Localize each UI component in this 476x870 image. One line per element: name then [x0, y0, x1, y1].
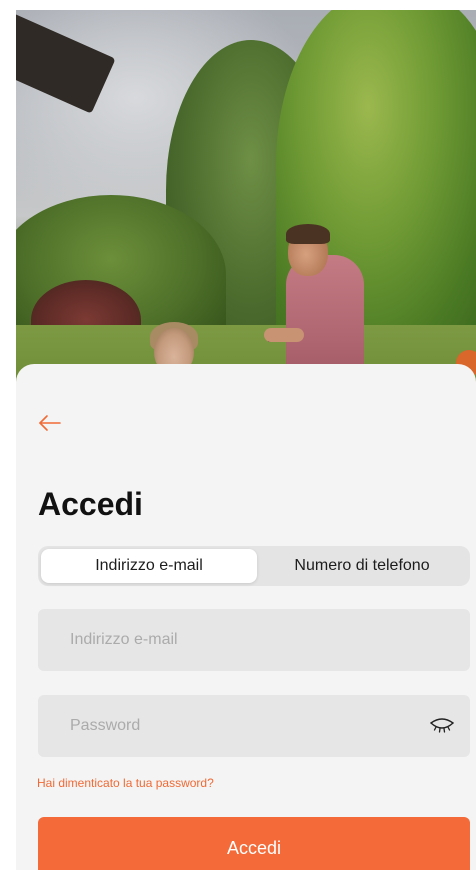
password-field-container: [38, 695, 470, 757]
password-field[interactable]: [38, 695, 470, 757]
login-button[interactable]: Accedi: [38, 817, 470, 870]
eye-closed-icon: [430, 718, 454, 733]
tab-email[interactable]: Indirizzo e-mail: [41, 549, 257, 583]
page-title: Accedi: [38, 486, 143, 522]
login-sheet: Accedi Indirizzo e-mail Numero di telefo…: [16, 364, 476, 870]
email-field[interactable]: [38, 609, 470, 671]
tab-phone[interactable]: Numero di telefono: [257, 549, 467, 583]
arrow-left-icon: [39, 415, 61, 431]
forgot-password-link[interactable]: Hai dimenticato la tua password?: [37, 776, 214, 790]
email-field-container: [38, 609, 470, 671]
hero-photo: [16, 10, 476, 385]
back-button[interactable]: [36, 408, 66, 438]
password-visibility-toggle[interactable]: [428, 715, 456, 737]
login-method-switch: Indirizzo e-mail Numero di telefono: [38, 546, 470, 586]
app-screen: Accedi Indirizzo e-mail Numero di telefo…: [16, 10, 476, 870]
